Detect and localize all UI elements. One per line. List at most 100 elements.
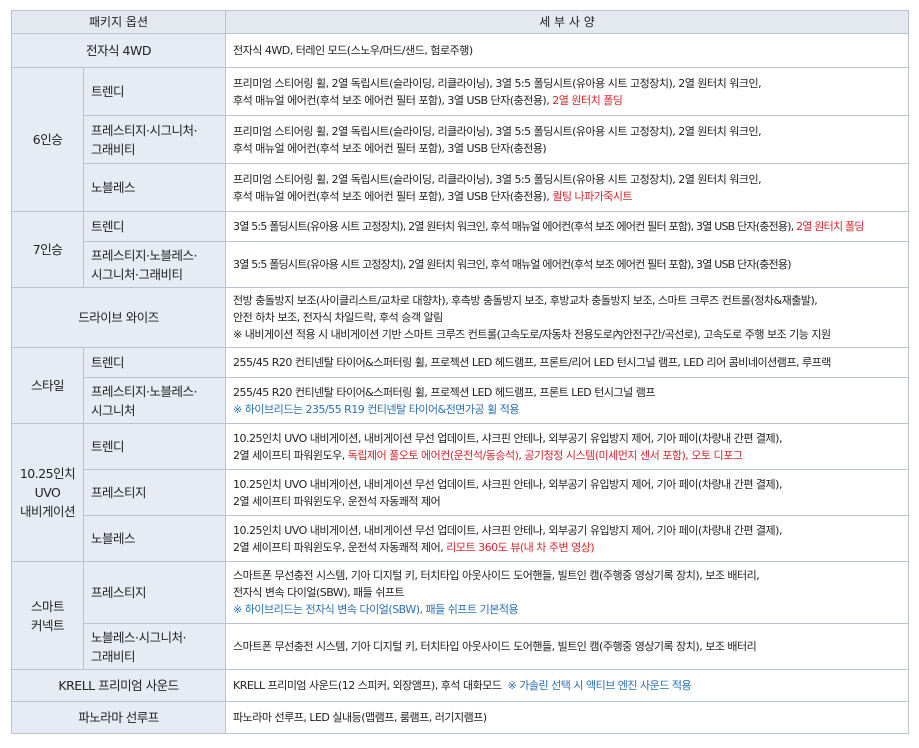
detail-note: ※ 하이브리드는 전자식 변속 다이얼(SBW), 패들 쉬프트 기본적용 (233, 603, 519, 616)
trim-label-trendy: 트렌디 (82, 211, 227, 242)
detail-cell: 프리미엄 스티어링 휠, 2열 독립시트(슬라이딩, 리클라이닝), 3열 5:… (225, 163, 910, 212)
detail-text: 10.25인치 UVO 내비게이션, 내비게이션 무선 업데이트, 샤크핀 안테… (233, 477, 782, 491)
group-label-line: UVO (34, 485, 61, 500)
detail-cell: 10.25인치 UVO 내비게이션, 내비게이션 무선 업데이트, 샤크핀 안테… (225, 469, 910, 516)
table-row: 프레스티지·시그니처· 그래비티 프리미엄 스티어링 휠, 2열 독립시트(슬라… (12, 115, 910, 164)
trim-label-line: 프레스티지·시그니처· (91, 122, 197, 138)
detail-text: 전자식 4WD, 터레인 모드(스노우/머드/샌드, 험로주행) (233, 44, 473, 57)
trim-label-prestige: 프레스티지·시그니처· 그래비티 (82, 115, 227, 164)
trim-label-noblesse: 노블레스·시그니처· 그래비티 (82, 623, 227, 670)
table-row: 스타일 트렌디 255/45 R20 컨티넨탈 타이어&스퍼터링 휠, 프로젝션… (11, 347, 910, 424)
detail-cell: 프리미엄 스티어링 휠, 2열 독립시트(슬라이딩, 리클라이닝), 3열 5:… (225, 67, 910, 116)
detail-cell: 전방 충돌방지 보조(사이클리스트/교차로 대향차), 후측방 충돌방지 보조,… (225, 287, 910, 348)
highlight-text: 2열 원터치 폴딩 (796, 220, 864, 233)
trim-label-line: 프레스티지·노블레스· (91, 247, 197, 263)
detail-text: 스마트폰 무선충전 시스템, 기아 디지털 키, 터치타입 아웃사이드 도어핸들… (233, 569, 760, 582)
detail-cell: 스마트폰 무선충전 시스템, 기아 디지털 키, 터치타입 아웃사이드 도어핸들… (225, 623, 910, 670)
highlight-text: 독립제어 풀오토 에어컨(운전석/동승석), 공기청정 시스템(미세먼지 센서 … (347, 448, 743, 462)
detail-text: 프리미엄 스티어링 휠, 2열 독립시트(슬라이딩, 리클라이닝), 3열 5:… (233, 124, 762, 138)
group-label-navigation: 10.25인치 UVO 내비게이션 (11, 423, 84, 562)
detail-text: 파노라마 선루프, LED 실내등(맵램프, 룸램프, 러기지램프) (233, 711, 487, 724)
detail-text: 프리미엄 스티어링 휠, 2열 독립시트(슬라이딩, 리클라이닝), 3열 5:… (233, 172, 762, 186)
group-label-7seat: 7인승 (11, 211, 84, 288)
detail-text: 3열 5:5 폴딩시트(유아용 시트 고정장치), 2열 원터치 워크인, 후석… (233, 258, 791, 271)
trim-label-prestige: 프레스티지 (82, 469, 227, 516)
detail-cell: 255/45 R20 컨티넨탈 타이어&스퍼터링 휠, 프로젝션 LED 헤드램… (225, 347, 910, 378)
table-row: KRELL 프리미엄 사운드 KRELL 프리미엄 사운드(12 스피커, 외장… (10, 669, 910, 702)
table-row: 노블레스 프리미엄 스티어링 휠, 2열 독립시트(슬라이딩, 리클라이닝), … (12, 163, 910, 212)
trim-label-prestige: 프레스티지·노블레스· 시그니처 (82, 377, 227, 424)
table-row: 전자식 4WD 전자식 4WD, 터레인 모드(스노우/머드/샌드, 험로주행) (10, 33, 910, 68)
trim-label-line: 프레스티지·노블레스· (91, 383, 197, 399)
trim-label-noblesse: 노블레스 (82, 515, 227, 562)
detail-cell: 프리미엄 스티어링 휠, 2열 독립시트(슬라이딩, 리클라이닝), 3열 5:… (225, 115, 910, 164)
detail-text: 2열 세이프티 파워윈도우, 운전석 자동쾌적 제어 (233, 494, 441, 508)
highlight-text: 2열 원터치 폴딩 (552, 93, 623, 107)
detail-cell: 3열 5:5 폴딩시트(유아용 시트 고정장치), 2열 원터치 워크인, 후석… (225, 241, 910, 288)
detail-cell: 255/45 R20 컨티넨탈 타이어&스퍼터링 휠, 프로젝션 LED 헤드램… (225, 377, 910, 424)
detail-text: 전방 충돌방지 보조(사이클리스트/교차로 대향차), 후측방 충돌방지 보조,… (233, 294, 818, 307)
trim-label-prestige: 프레스티지·노블레스· 시그니처·그래비티 (82, 241, 227, 288)
package-options-table: 패키지 옵션 세 부 사 양 전자식 4WD 전자식 4WD, 터레인 모드(스… (10, 10, 910, 734)
table-row: 드라이브 와이즈 전방 충돌방지 보조(사이클리스트/교차로 대향차), 후측방… (10, 287, 910, 348)
group-label-smart-connect: 스마트 커넥트 (11, 561, 84, 670)
detail-text: 후석 매뉴얼 에어컨(후석 보조 에어컨 필터 포함), 3열 USB 단자(충… (233, 141, 547, 155)
detail-cell: 파노라마 선루프, LED 실내등(맵램프, 룸램프, 러기지램프) (225, 701, 910, 734)
trim-label-prestige: 프레스티지 (82, 561, 227, 624)
group-label-line: 내비게이션 (19, 504, 76, 519)
detail-text: 2열 세이프티 파워윈도우, (233, 448, 348, 462)
detail-cell: 전자식 4WD, 터레인 모드(스노우/머드/샌드, 험로주행) (225, 33, 910, 68)
group-label-drivewise: 드라이브 와이즈 (10, 287, 227, 348)
table-row: 10.25인치 UVO 내비게이션 트렌디 10.25인치 UVO 내비게이션,… (11, 423, 910, 562)
detail-cell: 스마트폰 무선충전 시스템, 기아 디지털 키, 터치타입 아웃사이드 도어핸들… (225, 561, 910, 624)
group-label-style: 스타일 (11, 347, 84, 424)
group-label-line: 스마트 (30, 598, 65, 614)
detail-text: 255/45 R20 컨티넨탈 타이어&스퍼터링 휠, 프로젝션 LED 헤드램… (233, 385, 655, 399)
table-row: 노블레스·시그니처· 그래비티 스마트폰 무선충전 시스템, 기아 디지털 키,… (12, 623, 910, 670)
detail-text: 후석 매뉴얼 에어컨(후석 보조 에어컨 필터 포함), 3열 USB 단자(충… (233, 93, 553, 107)
table-header-row: 패키지 옵션 세 부 사 양 (10, 10, 910, 34)
group-label-panorama: 파노라마 선루프 (10, 701, 227, 734)
detail-text: 3열 5:5 폴딩시트(유아용 시트 고정장치), 2열 원터치 워크인, 후석… (233, 220, 797, 233)
trim-label-line: 그래비티 (91, 648, 136, 664)
detail-note: ※ 내비게이션 적용 시 내비게이션 기반 스마트 크루즈 컨트롤(고속도로/자… (233, 328, 831, 341)
detail-cell: 10.25인치 UVO 내비게이션, 내비게이션 무선 업데이트, 샤크핀 안테… (225, 423, 910, 470)
detail-cell: KRELL 프리미엄 사운드(12 스피커, 외장앰프), 후석 대화모드 ※ … (225, 669, 910, 702)
trim-label-line: 시그니처·그래비티 (91, 266, 183, 282)
group-label-krell: KRELL 프리미엄 사운드 (10, 669, 227, 702)
group-label-4wd: 전자식 4WD (10, 33, 227, 68)
group-label-6seat: 6인승 (11, 67, 84, 212)
table-row: 프레스티지·노블레스· 시그니처·그래비티 3열 5:5 폴딩시트(유아용 시트… (12, 241, 910, 288)
detail-text: 후석 매뉴얼 에어컨(후석 보조 에어컨 필터 포함), 3열 USB 단자(충… (233, 189, 553, 203)
detail-text: 255/45 R20 컨티넨탈 타이어&스퍼터링 휠, 프로젝션 LED 헤드램… (233, 356, 831, 369)
group-label-line: 커넥트 (30, 617, 65, 633)
header-detail-spec: 세 부 사 양 (225, 10, 910, 34)
detail-text: 안전 하차 보조, 전자식 차일드락, 후석 승객 알림 (233, 311, 443, 324)
table-row: 프레스티지·노블레스· 시그니처 255/45 R20 컨티넨탈 타이어&스퍼터… (12, 377, 910, 424)
trim-label-line: 그래비티 (91, 141, 136, 157)
table-row: 7인승 트렌디 3열 5:5 폴딩시트(유아용 시트 고정장치), 2열 원터치… (11, 211, 910, 288)
detail-text: KRELL 프리미엄 사운드(12 스피커, 외장앰프), 후석 대화모드 (233, 679, 508, 692)
package-options-table-wrapper: 패키지 옵션 세 부 사 양 전자식 4WD 전자식 4WD, 터레인 모드(스… (10, 10, 910, 734)
table-row: 프레스티지 10.25인치 UVO 내비게이션, 내비게이션 무선 업데이트, … (12, 469, 910, 516)
table-row: 파노라마 선루프 파노라마 선루프, LED 실내등(맵램프, 룸램프, 러기지… (10, 701, 910, 734)
detail-text: 전자식 변속 다이얼(SBW), 패들 쉬프트 (233, 586, 405, 599)
trim-label-line: 시그니처 (91, 402, 136, 418)
trim-label-trendy: 트렌디 (82, 67, 227, 116)
detail-note: ※ 가솔린 선택 시 액티브 엔진 사운드 적용 (507, 679, 692, 692)
trim-label-line: 노블레스·시그니처· (91, 629, 186, 645)
group-label-line: 10.25인치 (19, 466, 76, 481)
highlight-text: 리모트 360도 뷰(내 차 주변 영상) (446, 540, 595, 554)
detail-text: 스마트폰 무선충전 시스템, 기아 디지털 키, 터치타입 아웃사이드 도어핸들… (233, 640, 757, 653)
header-package-option: 패키지 옵션 (10, 10, 227, 34)
detail-text: 10.25인치 UVO 내비게이션, 내비게이션 무선 업데이트, 샤크핀 안테… (233, 431, 782, 445)
detail-cell: 3열 5:5 폴딩시트(유아용 시트 고정장치), 2열 원터치 워크인, 후석… (225, 211, 910, 242)
highlight-text: 퀼팅 나파가죽시트 (552, 189, 633, 203)
trim-label-noblesse: 노블레스 (82, 163, 227, 212)
detail-note: ※ 하이브리드는 235/55 R19 컨티넨탈 타이어&전면가공 휠 적용 (233, 402, 520, 416)
detail-text: 프리미엄 스티어링 휠, 2열 독립시트(슬라이딩, 리클라이닝), 3열 5:… (233, 76, 762, 90)
detail-text: 2열 세이프티 파워윈도우, 운전석 자동쾌적 제어, (233, 540, 447, 554)
table-row: 스마트 커넥트 프레스티지 스마트폰 무선충전 시스템, 기아 디지털 키, 터… (11, 561, 910, 670)
trim-label-trendy: 트렌디 (82, 423, 227, 470)
table-row: 노블레스 10.25인치 UVO 내비게이션, 내비게이션 무선 업데이트, 샤… (12, 515, 910, 562)
